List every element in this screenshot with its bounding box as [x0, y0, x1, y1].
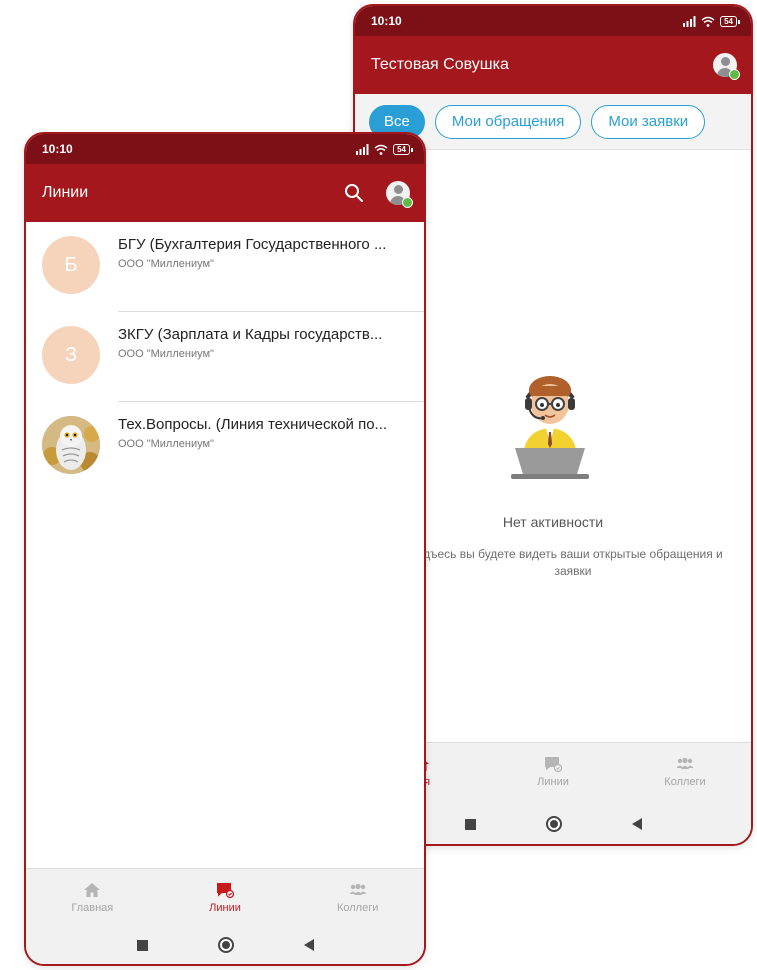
signal-icon — [683, 15, 696, 27]
wifi-icon — [701, 16, 715, 27]
empty-state-subtitle: дъесь вы будете видеть ваши открытые обр… — [423, 547, 723, 578]
status-time: 10:10 — [371, 14, 402, 28]
line-avatar: Б — [42, 236, 100, 294]
nav-lines[interactable]: Линии — [487, 743, 619, 800]
app-title: Линии — [42, 184, 89, 201]
home-circle-icon[interactable] — [545, 816, 562, 832]
line-subtitle: ООО "Миллениум" — [118, 438, 214, 450]
line-title: БГУ (Бухгалтерия Государственного ... — [118, 236, 387, 253]
nav-colleagues[interactable]: Коллеги — [619, 743, 751, 800]
line-title: ЗКГУ (Зарплата и Кадры государств... — [118, 326, 383, 343]
filter-my-tickets[interactable]: Мои заявки — [591, 104, 706, 139]
list-item[interactable]: З ЗКГУ (Зарплата и Кадры государств... О… — [26, 312, 424, 402]
app-bar: Тестовая Совушка — [355, 36, 751, 94]
online-status-icon — [729, 69, 740, 80]
line-subtitle: ООО "Миллениум" — [118, 258, 214, 270]
profile-button[interactable] — [713, 53, 740, 80]
nav-lines-label: Линии — [209, 901, 241, 914]
list-item[interactable]: Тех.Вопросы. (Линия технической по... ОО… — [26, 402, 424, 492]
status-bar: 10:10 54 — [355, 6, 751, 36]
online-status-icon — [402, 197, 413, 208]
nav-home[interactable]: Главная — [26, 869, 159, 926]
nav-lines[interactable]: Линии — [159, 869, 292, 926]
recent-apps-icon[interactable] — [136, 939, 148, 951]
nav-lines-label: Линии — [537, 775, 569, 788]
owl-image-icon — [42, 416, 100, 474]
back-triangle-icon[interactable] — [303, 939, 314, 951]
battery-icon: 54 — [393, 143, 413, 155]
signal-icon — [356, 143, 369, 155]
app-bar: Линии — [26, 164, 424, 222]
wifi-icon — [374, 144, 388, 155]
people-icon — [676, 757, 694, 769]
battery-icon: 54 — [720, 15, 740, 27]
chat-icon — [545, 756, 562, 772]
bottom-navigation: Главная Линии Коллеги — [26, 868, 424, 926]
search-icon[interactable] — [344, 183, 364, 203]
nav-colleagues-label: Коллеги — [336, 901, 379, 914]
profile-button[interactable] — [386, 181, 413, 208]
line-avatar: З — [42, 326, 100, 384]
home-icon — [84, 882, 101, 897]
nav-colleagues-label: Коллеги — [664, 775, 706, 788]
line-subtitle: ООО "Миллениум" — [118, 348, 214, 360]
status-bar: 10:10 54 — [26, 134, 424, 164]
system-navigation — [26, 926, 424, 964]
support-agent-illustration — [511, 376, 589, 479]
recent-apps-icon[interactable] — [464, 818, 476, 830]
chat-icon — [217, 882, 234, 898]
nav-colleagues[interactable]: Коллеги — [291, 869, 424, 926]
status-icons: 54 — [682, 15, 740, 27]
nav-home-label: Главная — [71, 901, 114, 914]
status-icons: 54 — [355, 143, 413, 155]
front-phone-screen: 10:10 54 Линии Б БГУ (Бухгалтерия Госуда… — [24, 132, 426, 966]
filter-my-requests[interactable]: Мои обращения — [434, 104, 582, 139]
app-title: Тестовая Совушка — [371, 56, 509, 73]
lines-list: Б БГУ (Бухгалтерия Государственного ... … — [26, 222, 424, 492]
line-title: Тех.Вопросы. (Линия технической по... — [118, 416, 388, 433]
owl-avatar — [42, 416, 100, 474]
people-icon — [349, 883, 367, 895]
app-bar-actions — [344, 181, 413, 208]
status-time: 10:10 — [42, 142, 73, 156]
list-item[interactable]: Б БГУ (Бухгалтерия Государственного ... … — [26, 222, 424, 312]
back-triangle-icon[interactable] — [631, 818, 642, 830]
home-circle-icon[interactable] — [217, 937, 234, 953]
